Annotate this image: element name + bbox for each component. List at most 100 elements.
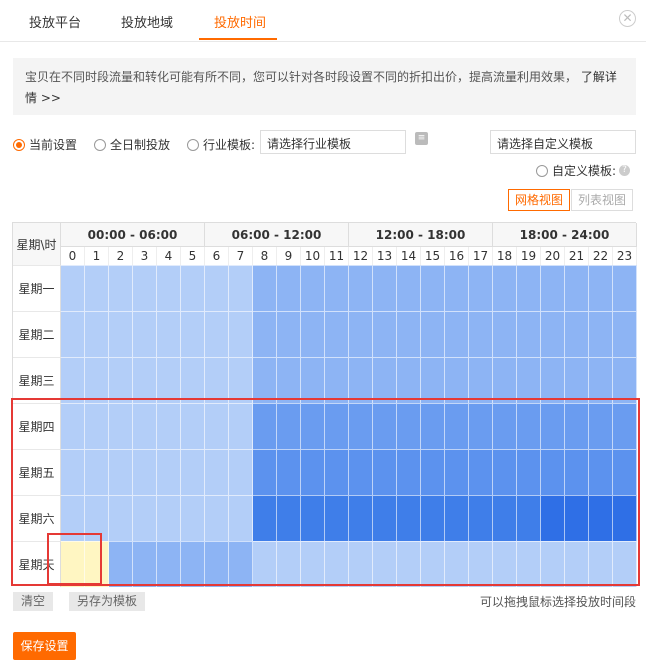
time-slot-cell[interactable] <box>85 541 109 587</box>
time-slot-cell[interactable] <box>397 265 421 311</box>
time-slot-cell[interactable] <box>469 265 493 311</box>
time-slot-cell[interactable] <box>229 541 253 587</box>
time-slot-cell[interactable] <box>421 449 445 495</box>
time-slot-cell[interactable] <box>253 449 277 495</box>
time-slot-cell[interactable] <box>421 265 445 311</box>
time-slot-cell[interactable] <box>589 449 613 495</box>
close-icon[interactable]: ✕ <box>619 10 636 27</box>
time-slot-cell[interactable] <box>157 357 181 403</box>
time-slot-cell[interactable] <box>181 495 205 541</box>
time-slot-cell[interactable] <box>85 265 109 311</box>
time-slot-cell[interactable] <box>397 311 421 357</box>
time-slot-cell[interactable] <box>205 541 229 587</box>
time-slot-cell[interactable] <box>325 357 349 403</box>
time-slot-cell[interactable] <box>397 449 421 495</box>
time-slot-cell[interactable] <box>325 265 349 311</box>
time-slot-cell[interactable] <box>277 541 301 587</box>
time-slot-cell[interactable] <box>613 265 637 311</box>
time-slot-cell[interactable] <box>61 403 85 449</box>
time-slot-cell[interactable] <box>373 357 397 403</box>
time-slot-cell[interactable] <box>85 403 109 449</box>
time-slot-cell[interactable] <box>589 357 613 403</box>
time-slot-cell[interactable] <box>325 541 349 587</box>
tab-time[interactable]: 投放时间 <box>214 12 266 31</box>
time-slot-cell[interactable] <box>517 495 541 541</box>
time-slot-cell[interactable] <box>109 449 133 495</box>
time-slot-cell[interactable] <box>445 495 469 541</box>
time-slot-cell[interactable] <box>565 357 589 403</box>
time-slot-cell[interactable] <box>373 265 397 311</box>
time-slot-cell[interactable] <box>589 495 613 541</box>
time-slot-cell[interactable] <box>61 449 85 495</box>
time-slot-cell[interactable] <box>445 449 469 495</box>
time-slot-cell[interactable] <box>61 265 85 311</box>
time-slot-cell[interactable] <box>301 495 325 541</box>
time-slot-cell[interactable] <box>61 495 85 541</box>
time-slot-cell[interactable] <box>445 357 469 403</box>
time-slot-cell[interactable] <box>109 403 133 449</box>
time-slot-cell[interactable] <box>517 265 541 311</box>
time-slot-cell[interactable] <box>109 311 133 357</box>
time-slot-cell[interactable] <box>373 495 397 541</box>
time-slot-cell[interactable] <box>517 311 541 357</box>
time-slot-cell[interactable] <box>301 403 325 449</box>
radio-current-setting[interactable]: 当前设置 <box>13 136 77 153</box>
time-slot-cell[interactable] <box>325 311 349 357</box>
time-slot-cell[interactable] <box>469 541 493 587</box>
time-slot-cell[interactable] <box>85 311 109 357</box>
time-slot-cell[interactable] <box>397 357 421 403</box>
time-slot-cell[interactable] <box>493 495 517 541</box>
time-slot-cell[interactable] <box>397 403 421 449</box>
time-slot-cell[interactable] <box>445 311 469 357</box>
grid-view-button[interactable]: 网格视图 <box>508 189 571 211</box>
time-slot-cell[interactable] <box>589 541 613 587</box>
time-slot-cell[interactable] <box>541 311 565 357</box>
time-slot-cell[interactable] <box>205 357 229 403</box>
time-slot-cell[interactable] <box>373 403 397 449</box>
time-slot-cell[interactable] <box>493 541 517 587</box>
time-slot-cell[interactable] <box>397 541 421 587</box>
time-slot-cell[interactable] <box>229 265 253 311</box>
time-slot-cell[interactable] <box>301 449 325 495</box>
time-slot-cell[interactable] <box>109 541 133 587</box>
time-slot-cell[interactable] <box>589 311 613 357</box>
time-slot-cell[interactable] <box>157 541 181 587</box>
time-slot-cell[interactable] <box>181 541 205 587</box>
time-slot-cell[interactable] <box>541 449 565 495</box>
time-slot-cell[interactable] <box>349 495 373 541</box>
time-slot-cell[interactable] <box>133 449 157 495</box>
time-slot-cell[interactable] <box>133 311 157 357</box>
time-slot-cell[interactable] <box>517 541 541 587</box>
radio-custom-template[interactable]: 自定义模板: ? <box>536 162 631 179</box>
time-slot-cell[interactable] <box>229 495 253 541</box>
time-slot-cell[interactable] <box>565 449 589 495</box>
time-slot-cell[interactable] <box>157 403 181 449</box>
time-slot-cell[interactable] <box>229 403 253 449</box>
time-slot-cell[interactable] <box>349 265 373 311</box>
time-slot-cell[interactable] <box>565 311 589 357</box>
time-slot-cell[interactable] <box>109 265 133 311</box>
time-slot-cell[interactable] <box>565 403 589 449</box>
time-slot-cell[interactable] <box>349 541 373 587</box>
time-slot-cell[interactable] <box>205 403 229 449</box>
time-slot-cell[interactable] <box>349 357 373 403</box>
time-slot-cell[interactable] <box>541 265 565 311</box>
time-slot-cell[interactable] <box>181 357 205 403</box>
time-slot-cell[interactable] <box>301 357 325 403</box>
time-slot-cell[interactable] <box>181 265 205 311</box>
time-slot-cell[interactable] <box>541 541 565 587</box>
time-slot-cell[interactable] <box>301 541 325 587</box>
time-slot-cell[interactable] <box>589 265 613 311</box>
time-slot-cell[interactable] <box>253 495 277 541</box>
time-slot-cell[interactable] <box>421 357 445 403</box>
time-slot-cell[interactable] <box>445 265 469 311</box>
time-slot-cell[interactable] <box>613 541 637 587</box>
time-slot-cell[interactable] <box>469 403 493 449</box>
time-slot-cell[interactable] <box>613 311 637 357</box>
time-slot-cell[interactable] <box>421 311 445 357</box>
time-slot-cell[interactable] <box>613 403 637 449</box>
radio-allday[interactable]: 全日制投放 <box>94 136 170 153</box>
time-slot-cell[interactable] <box>469 311 493 357</box>
time-slot-cell[interactable] <box>229 311 253 357</box>
custom-template-select[interactable]: 请选择自定义模板 <box>490 130 636 154</box>
